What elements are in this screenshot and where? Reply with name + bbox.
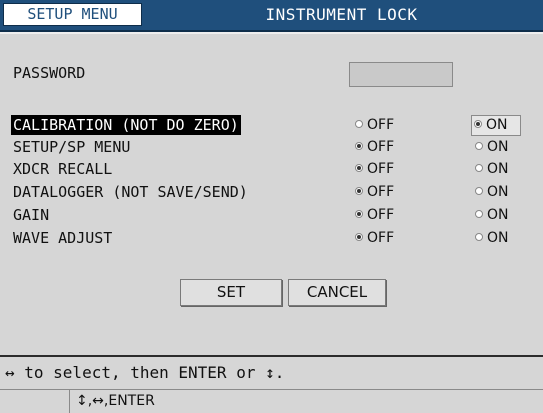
radio-checked-icon — [474, 120, 482, 128]
radio-checked-icon — [355, 142, 363, 150]
option-off[interactable]: OFF — [355, 228, 394, 248]
setting-label: DATALOGGER (NOT SAVE/SEND) — [13, 183, 248, 201]
option-off[interactable]: OFF — [355, 115, 394, 135]
setting-row-setup-sp-menu[interactable]: SETUP/SP MENU OFF ON — [0, 137, 543, 157]
option-off[interactable]: OFF — [355, 182, 394, 202]
radio-unchecked-icon — [475, 142, 483, 150]
option-off[interactable]: OFF — [355, 159, 394, 179]
radio-unchecked-icon — [475, 187, 483, 195]
status-cell: ↕,↔,ENTER — [69, 390, 543, 413]
cancel-button[interactable]: CANCEL — [288, 279, 386, 306]
setting-label: CALIBRATION (NOT DO ZERO) — [11, 115, 241, 135]
status-text: ↕,↔,ENTER — [76, 393, 155, 409]
radio-checked-icon — [355, 233, 363, 241]
radio-checked-icon — [355, 164, 363, 172]
password-field[interactable] — [349, 62, 453, 87]
setting-label: SETUP/SP MENU — [13, 138, 131, 156]
setting-label: GAIN — [13, 206, 50, 224]
radio-checked-icon — [355, 210, 363, 218]
setting-row-gain[interactable]: GAIN OFF ON — [0, 205, 543, 225]
password-label: PASSWORD — [13, 64, 86, 82]
help-bar: ↔ to select, then ENTER or ↕. — [0, 357, 543, 389]
title-bar: SETUP MENU INSTRUMENT LOCK — [0, 0, 543, 32]
radio-unchecked-icon — [475, 210, 483, 218]
option-on[interactable]: ON — [475, 137, 509, 157]
radio-unchecked-icon — [475, 233, 483, 241]
help-text: ↔ to select, then ENTER or ↕. — [5, 363, 285, 382]
setting-row-calibration[interactable]: CALIBRATION (NOT DO ZERO) OFF ON — [0, 115, 543, 136]
option-on[interactable]: ON — [475, 228, 509, 248]
setting-row-xdcr-recall[interactable]: XDCR RECALL OFF ON — [0, 159, 543, 179]
radio-checked-icon — [355, 187, 363, 195]
radio-unchecked-icon — [475, 164, 483, 172]
setup-menu-tab[interactable]: SETUP MENU — [3, 3, 142, 26]
setting-label: XDCR RECALL — [13, 160, 113, 178]
divider-top — [0, 32, 543, 34]
option-off[interactable]: OFF — [355, 205, 394, 225]
option-on[interactable]: ON — [475, 182, 509, 202]
setting-row-wave-adjust[interactable]: WAVE ADJUST OFF ON — [0, 228, 543, 248]
option-on[interactable]: ON — [475, 159, 509, 179]
status-bar: ↕,↔,ENTER — [0, 389, 543, 413]
radio-unchecked-icon — [355, 120, 363, 128]
set-button[interactable]: SET — [180, 279, 282, 306]
option-on[interactable]: ON — [471, 115, 521, 136]
option-on[interactable]: ON — [475, 205, 509, 225]
page-title: INSTRUMENT LOCK — [265, 5, 418, 24]
option-off[interactable]: OFF — [355, 137, 394, 157]
setting-row-datalogger[interactable]: DATALOGGER (NOT SAVE/SEND) OFF ON — [0, 182, 543, 202]
setting-label: WAVE ADJUST — [13, 229, 113, 247]
